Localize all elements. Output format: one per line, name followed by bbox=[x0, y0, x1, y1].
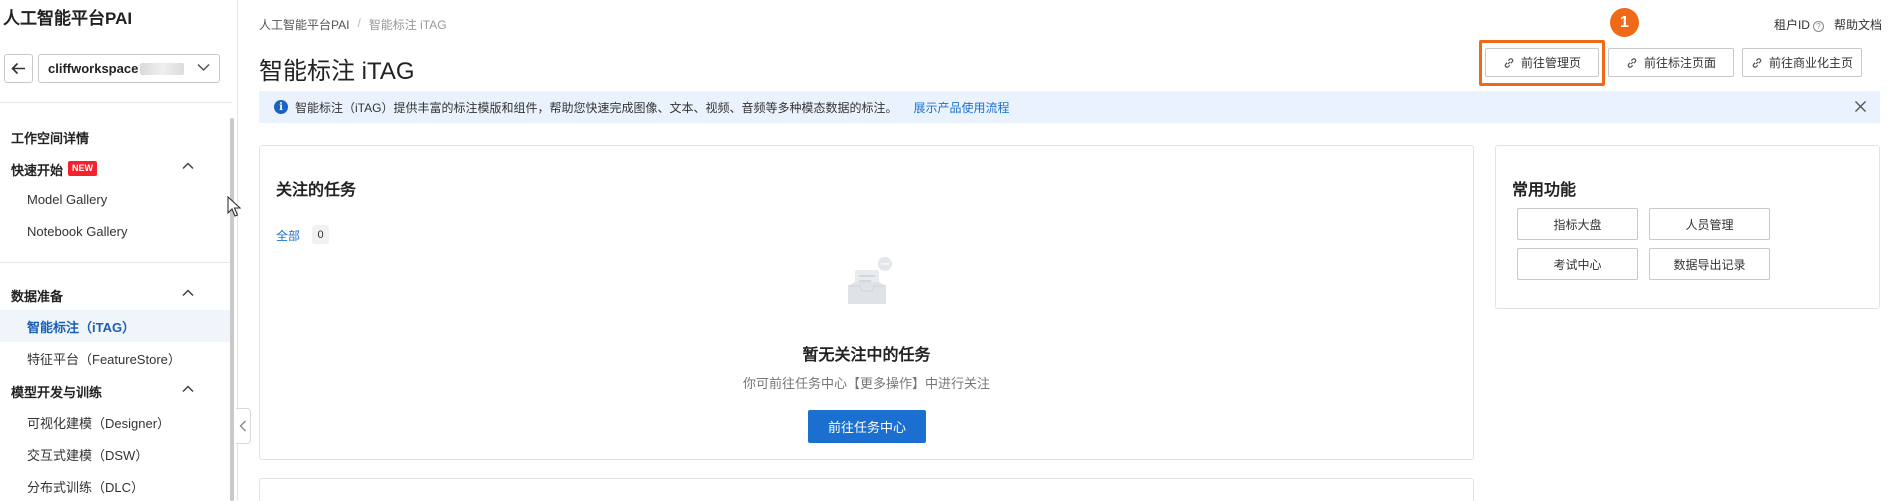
sidebar-item-featurestore[interactable]: 特征平台（FeatureStore） bbox=[0, 342, 231, 374]
workspace-select[interactable]: cliffworkspace bbox=[38, 54, 220, 83]
empty-inbox-icon bbox=[848, 257, 892, 304]
followed-tasks-card: 关注的任务 全部 0 暂无关注中的任务 你可前往任务中心【更多操作】中进行关注 … bbox=[259, 145, 1474, 460]
chevron-up-icon[interactable] bbox=[182, 383, 194, 395]
info-icon: i bbox=[274, 100, 288, 114]
metrics-dashboard-button[interactable]: 指标大盘 bbox=[1517, 208, 1638, 240]
sidebar-item-dlc[interactable]: 分布式训练（DLC） bbox=[0, 470, 231, 501]
chevron-down-icon bbox=[197, 63, 210, 72]
sidebar-item-dsw[interactable]: 交互式建模（DSW） bbox=[0, 438, 231, 470]
goto-annotation-label: 前往标注页面 bbox=[1643, 56, 1716, 70]
exam-center-button[interactable]: 考试中心 bbox=[1517, 248, 1638, 280]
arrow-left-icon bbox=[11, 62, 25, 75]
link-icon bbox=[1504, 57, 1514, 68]
section-model-dev[interactable]: 模型开发与训练 bbox=[11, 382, 102, 401]
sidebar-collapse-handle[interactable] bbox=[236, 408, 251, 444]
section-quick-start[interactable]: 快速开始 bbox=[11, 160, 63, 179]
brand-title: 人工智能平台PAI bbox=[3, 9, 133, 28]
common-functions-card: 常用功能 指标大盘 人员管理 考试中心 数据导出记录 bbox=[1495, 145, 1880, 309]
tenant-id-link[interactable]: 租户ID? bbox=[1774, 16, 1824, 33]
goto-commercial-label: 前往商业化主页 bbox=[1768, 56, 1853, 70]
sidebar-item-notebook-gallery[interactable]: Notebook Gallery bbox=[0, 215, 231, 247]
goto-manage-button[interactable]: 前往管理页 bbox=[1485, 48, 1599, 77]
tab-all-count: 0 bbox=[312, 225, 329, 244]
page-title: 智能标注 iTAG bbox=[259, 58, 415, 85]
sidebar-item-model-gallery[interactable]: Model Gallery bbox=[0, 183, 231, 215]
chevron-up-icon[interactable] bbox=[182, 160, 194, 172]
new-badge: NEW bbox=[68, 161, 97, 176]
tenant-id-label: 租户ID bbox=[1773, 18, 1810, 32]
sidebar-scrollbar[interactable] bbox=[230, 118, 234, 501]
tab-all[interactable]: 全部 bbox=[276, 227, 300, 244]
data-export-records-button[interactable]: 数据导出记录 bbox=[1649, 248, 1770, 280]
empty-state-description: 你可前往任务中心【更多操作】中进行关注 bbox=[742, 376, 990, 391]
help-doc-link[interactable]: 帮助文档 bbox=[1834, 16, 1882, 33]
breadcrumb-item-pai[interactable]: 人工智能平台PAI bbox=[259, 16, 349, 33]
link-icon bbox=[1752, 57, 1762, 68]
info-alert: i 智能标注（iTAG）提供丰富的标注模版和组件，帮助您快速完成图像、文本、视频… bbox=[259, 91, 1880, 123]
step-badge: 1 bbox=[1610, 8, 1639, 37]
workspace-name-redacted bbox=[140, 62, 185, 75]
link-icon bbox=[1627, 57, 1637, 68]
chevron-up-icon[interactable] bbox=[182, 287, 194, 299]
common-functions-title: 常用功能 bbox=[1512, 182, 1577, 199]
personnel-management-button[interactable]: 人员管理 bbox=[1649, 208, 1770, 240]
mouse-cursor-icon bbox=[227, 196, 241, 217]
secondary-card bbox=[259, 478, 1474, 501]
top-links: 租户ID? 帮助文档 bbox=[1774, 16, 1882, 33]
alert-text: 智能标注（iTAG）提供丰富的标注模版和组件，帮助您快速完成图像、文本、视频、音… bbox=[295, 100, 898, 115]
workspace-name: cliffworkspace bbox=[48, 61, 139, 76]
sidebar: 人工智能平台PAI cliffworkspace 工作空间详情 快速开始 NEW… bbox=[0, 0, 238, 501]
section-workspace-details[interactable]: 工作空间详情 bbox=[11, 128, 89, 147]
section-data-prep[interactable]: 数据准备 bbox=[11, 286, 63, 305]
close-icon[interactable] bbox=[1854, 100, 1867, 113]
sidebar-item-itag[interactable]: 智能标注（iTAG） bbox=[0, 310, 231, 342]
chevron-left-icon bbox=[239, 420, 246, 432]
back-button[interactable] bbox=[4, 54, 33, 83]
sidebar-item-designer[interactable]: 可视化建模（Designer） bbox=[0, 406, 231, 438]
show-workflow-link[interactable]: 展示产品使用流程 bbox=[913, 99, 1009, 116]
divider bbox=[0, 262, 232, 263]
goto-task-center-button[interactable]: 前往任务中心 bbox=[808, 410, 926, 443]
breadcrumb: 人工智能平台PAI / 智能标注 iTAG bbox=[259, 16, 447, 33]
divider bbox=[0, 102, 232, 103]
help-circle-icon: ? bbox=[1812, 21, 1824, 32]
empty-state-title: 暂无关注中的任务 bbox=[802, 347, 931, 364]
breadcrumb-item-current: 智能标注 iTAG bbox=[368, 18, 447, 32]
breadcrumb-separator: / bbox=[357, 16, 361, 30]
followed-tasks-title: 关注的任务 bbox=[276, 182, 357, 199]
goto-manage-label: 前往管理页 bbox=[1520, 56, 1581, 70]
goto-commercial-button[interactable]: 前往商业化主页 bbox=[1742, 48, 1862, 77]
goto-annotation-button[interactable]: 前往标注页面 bbox=[1608, 48, 1734, 77]
